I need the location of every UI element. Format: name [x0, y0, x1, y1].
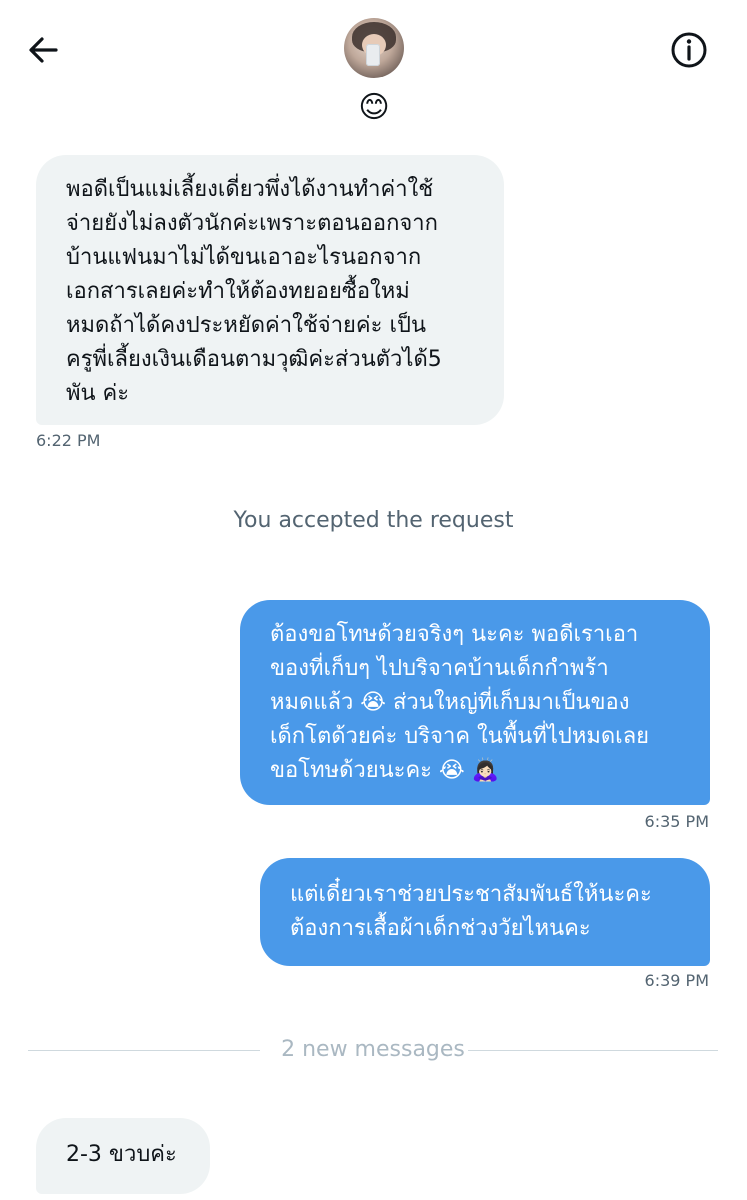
back-button[interactable]	[22, 28, 66, 72]
message-timestamp: 6:39 PM	[644, 971, 709, 990]
info-circle-icon	[671, 32, 707, 68]
conversation-header: 😊	[0, 0, 747, 140]
info-button[interactable]	[667, 28, 711, 72]
avatar[interactable]	[344, 18, 404, 78]
message-bubble-outgoing[interactable]: ต้องขอโทษด้วยจริงๆ นะคะ พอดีเราเอา ของที…	[240, 600, 710, 805]
new-messages-label: 2 new messages	[281, 1037, 465, 1062]
message-bubble-incoming[interactable]: พอดีเป็นแม่เลี้ยงเดี่ยวพึ่งได้งานทำค่าใช…	[36, 155, 504, 425]
arrow-left-icon	[29, 37, 58, 63]
avatar-phone	[366, 44, 380, 66]
message-timestamp: 6:35 PM	[644, 812, 709, 831]
new-messages-divider: 2 new messages	[28, 1032, 718, 1068]
message-bubble-incoming[interactable]: 2-3 ขวบค่ะ	[36, 1118, 210, 1194]
message-timestamp: 6:22 PM	[36, 431, 101, 450]
contact-name-emoji[interactable]: 😊	[352, 88, 396, 128]
message-bubble-outgoing[interactable]: แต่เดี๋ยวเราช่วยประชาสัมพันธ์ให้นะคะ ต้อ…	[260, 858, 710, 966]
system-message: You accepted the request	[233, 508, 514, 533]
